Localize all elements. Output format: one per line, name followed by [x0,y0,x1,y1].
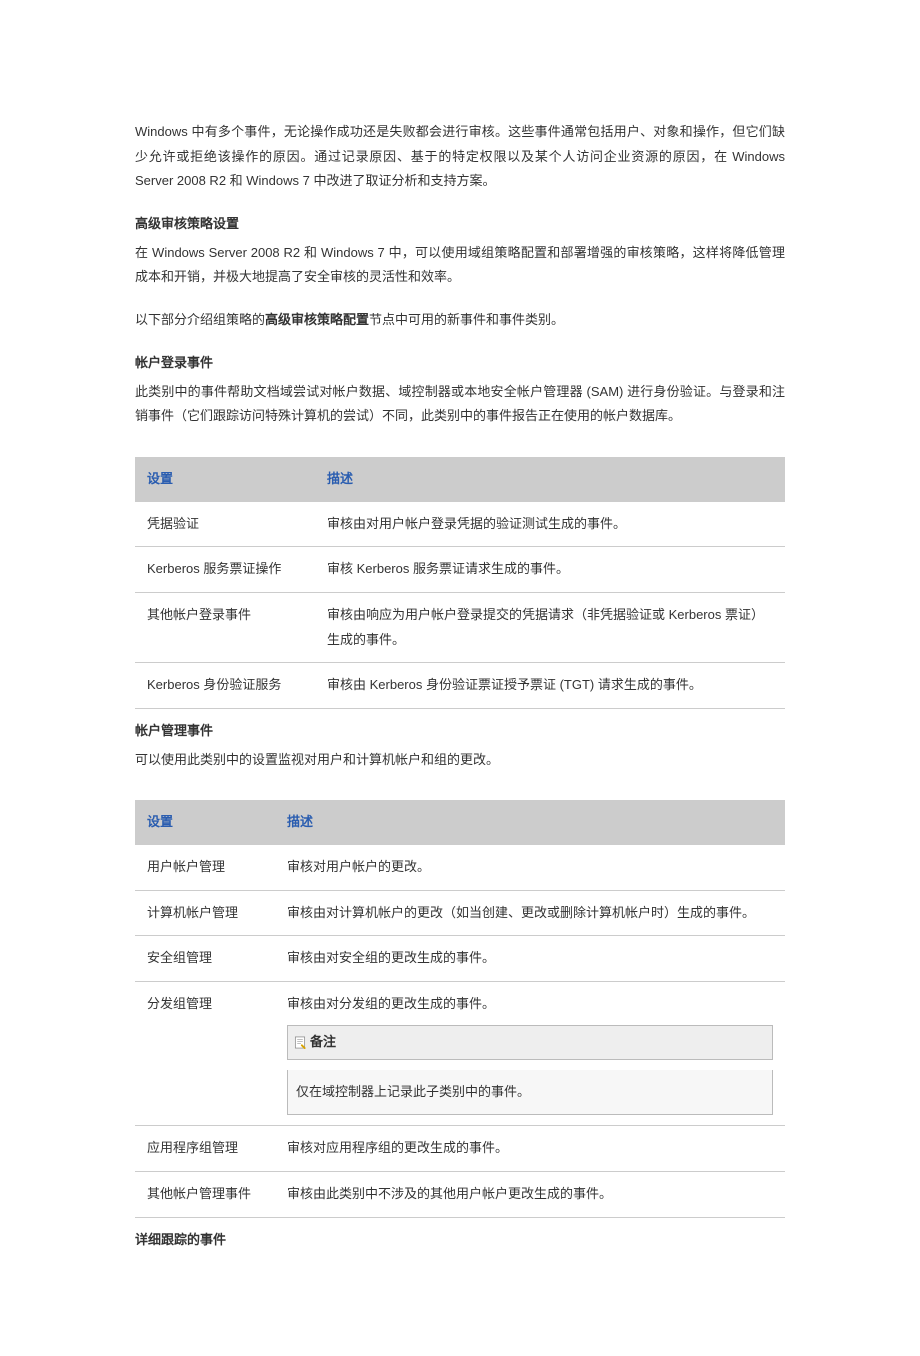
table-row: 用户帐户管理 审核对用户帐户的更改。 [135,845,785,890]
col-description: 描述 [275,800,785,845]
heading-account-mgmt: 帐户管理事件 [135,719,785,744]
table-row: 分发组管理 审核由对分发组的更改生成的事件。 备注 仅在域控制器上记录此子类别中… [135,982,785,1126]
table-row: 凭据验证 审核由对用户帐户登录凭据的验证测试生成的事件。 [135,502,785,547]
cell-setting: 其他帐户登录事件 [135,592,315,662]
bold-text: 高级审核策略配置 [265,312,369,327]
cell-setting: 分发组管理 [135,982,275,1126]
advanced-policy-intro: 以下部分介绍组策略的高级审核策略配置节点中可用的新事件和事件类别。 [135,308,785,333]
note-body: 仅在域控制器上记录此子类别中的事件。 [287,1070,773,1116]
advanced-policy-desc: 在 Windows Server 2008 R2 和 Windows 7 中，可… [135,241,785,290]
note-label: 备注 [310,1030,336,1055]
cell-setting: Kerberos 服务票证操作 [135,547,315,593]
account-mgmt-desc: 可以使用此类别中的设置监视对用户和计算机帐户和组的更改。 [135,748,785,773]
cell-description: 审核由响应为用户帐户登录提交的凭据请求（非凭据验证或 Kerberos 票证）生… [315,592,785,662]
table-account-logon: 设置 描述 凭据验证 审核由对用户帐户登录凭据的验证测试生成的事件。 Kerbe… [135,457,785,709]
col-setting: 设置 [135,800,275,845]
cell-setting: 安全组管理 [135,936,275,982]
col-setting: 设置 [135,457,315,502]
note-header: 备注 [287,1025,773,1060]
table-row: 计算机帐户管理 审核由对计算机帐户的更改（如当创建、更改或删除计算机帐户时）生成… [135,890,785,936]
cell-description: 审核由对分发组的更改生成的事件。 备注 仅在域控制器上记录此子类别中的事件。 [275,982,785,1126]
cell-setting: 用户帐户管理 [135,845,275,890]
table-row: 安全组管理 审核由对安全组的更改生成的事件。 [135,936,785,982]
table-row: 应用程序组管理 审核对应用程序组的更改生成的事件。 [135,1126,785,1172]
table-row: Kerberos 身份验证服务 审核由 Kerberos 身份验证票证授予票证 … [135,663,785,709]
cell-description: 审核由对计算机帐户的更改（如当创建、更改或删除计算机帐户时）生成的事件。 [275,890,785,936]
heading-advanced-policy: 高级审核策略设置 [135,212,785,237]
cell-description: 审核由此类别中不涉及的其他用户帐户更改生成的事件。 [275,1171,785,1217]
note-icon [294,1036,306,1049]
cell-setting: 其他帐户管理事件 [135,1171,275,1217]
table-header-row: 设置 描述 [135,800,785,845]
cell-setting: Kerberos 身份验证服务 [135,663,315,709]
table-row: Kerberos 服务票证操作 审核 Kerberos 服务票证请求生成的事件。 [135,547,785,593]
table-account-mgmt: 设置 描述 用户帐户管理 审核对用户帐户的更改。 计算机帐户管理 审核由对计算机… [135,800,785,1217]
col-description: 描述 [315,457,785,502]
cell-description: 审核由对安全组的更改生成的事件。 [275,936,785,982]
cell-setting: 凭据验证 [135,502,315,547]
cell-setting: 计算机帐户管理 [135,890,275,936]
cell-description: 审核 Kerberos 服务票证请求生成的事件。 [315,547,785,593]
cell-setting: 应用程序组管理 [135,1126,275,1172]
cell-description: 审核对应用程序组的更改生成的事件。 [275,1126,785,1172]
text-fragment: 以下部分介绍组策略的 [135,312,265,327]
table-row: 其他帐户登录事件 审核由响应为用户帐户登录提交的凭据请求（非凭据验证或 Kerb… [135,592,785,662]
cell-text: 审核由对分发组的更改生成的事件。 [287,996,495,1011]
heading-account-logon: 帐户登录事件 [135,351,785,376]
cell-description: 审核由 Kerberos 身份验证票证授予票证 (TGT) 请求生成的事件。 [315,663,785,709]
table-row: 其他帐户管理事件 审核由此类别中不涉及的其他用户帐户更改生成的事件。 [135,1171,785,1217]
heading-detailed-tracking: 详细跟踪的事件 [135,1228,785,1253]
account-logon-desc: 此类别中的事件帮助文档域尝试对帐户数据、域控制器或本地安全帐户管理器 (SAM)… [135,380,785,429]
cell-description: 审核对用户帐户的更改。 [275,845,785,890]
cell-description: 审核由对用户帐户登录凭据的验证测试生成的事件。 [315,502,785,547]
table-header-row: 设置 描述 [135,457,785,502]
intro-paragraph: Windows 中有多个事件，无论操作成功还是失败都会进行审核。这些事件通常包括… [135,120,785,194]
text-fragment: 节点中可用的新事件和事件类别。 [369,312,564,327]
